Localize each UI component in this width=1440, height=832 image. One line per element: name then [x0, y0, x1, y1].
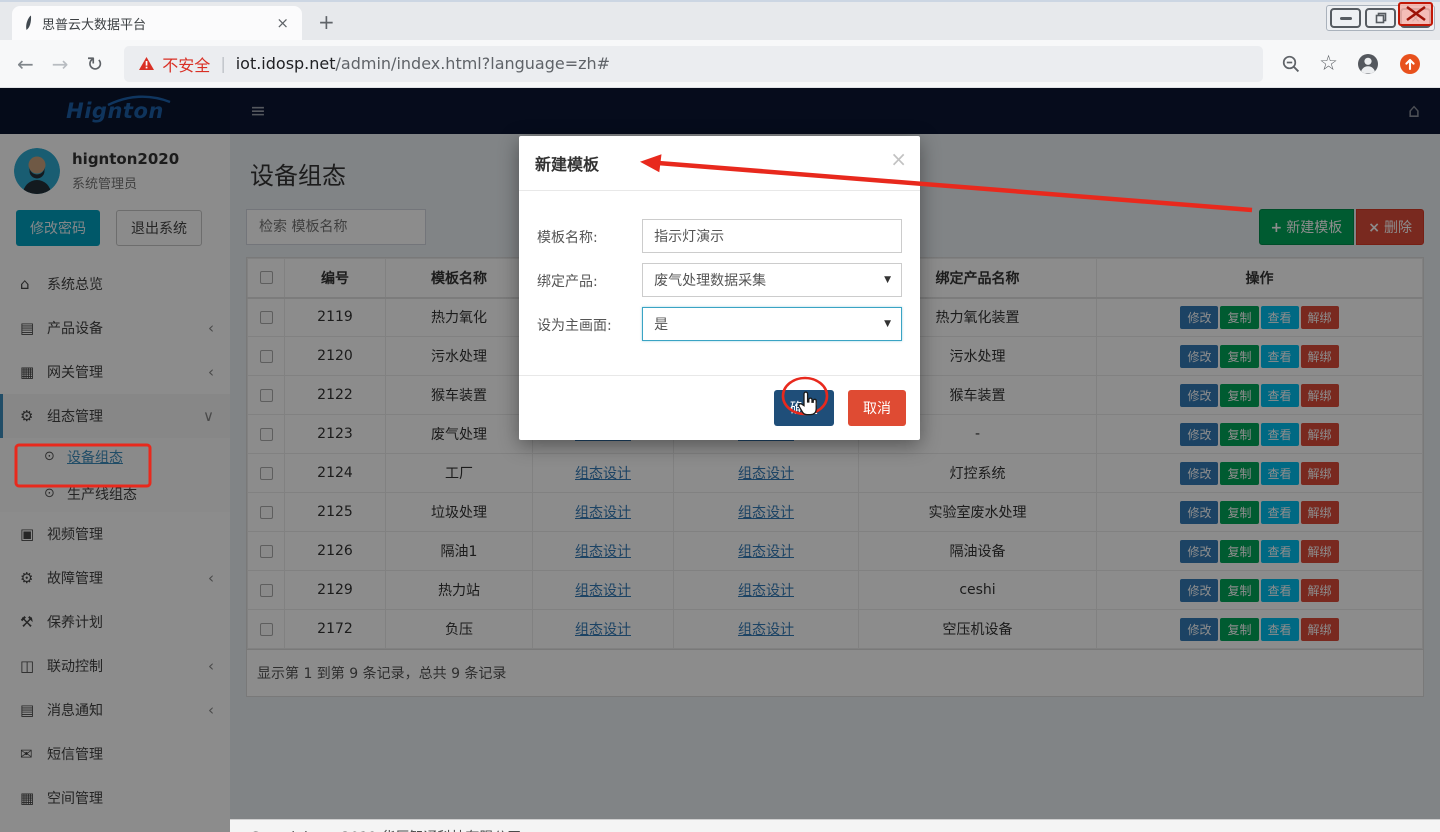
- caret-down-icon: ▼: [884, 275, 891, 285]
- window-controls: ×: [1326, 5, 1435, 31]
- bind-product-label: 绑定产品:: [537, 263, 642, 297]
- tab-title: 思普云大数据平台: [42, 14, 273, 33]
- browser-update-icon[interactable]: [1398, 52, 1422, 76]
- template-name-label: 模板名称:: [537, 219, 642, 253]
- browser-titlebar: 思普云大数据平台 × + ×: [0, 0, 1440, 40]
- site-favicon-icon: [22, 15, 34, 31]
- bookmark-star-icon[interactable]: ☆: [1319, 53, 1338, 74]
- bind-product-select[interactable]: 废气处理数据采集▼: [642, 263, 902, 297]
- address-bar[interactable]: 不安全 | iot.idosp.net /admin/index.html?la…: [124, 46, 1263, 82]
- url-domain: iot.idosp.net: [236, 54, 336, 73]
- profile-avatar-icon[interactable]: [1356, 52, 1380, 76]
- security-label[interactable]: 不安全: [162, 52, 210, 76]
- tab-close-icon[interactable]: ×: [273, 14, 292, 32]
- security-warning-icon: [138, 56, 155, 71]
- zoom-out-icon[interactable]: [1281, 54, 1301, 74]
- app-root: Hignton ≡ ⌂ hignton2020 系统管理员: [0, 88, 1440, 832]
- copyright-footer: Copyright © 2019 华辰智通科技有限公司: [230, 819, 1440, 832]
- template-name-input[interactable]: 指示灯演示: [642, 219, 902, 253]
- url-separator: |: [220, 54, 225, 73]
- browser-navbar: ← → ↻ 不安全 | iot.idosp.net /admin/index.h…: [0, 40, 1440, 88]
- forward-icon[interactable]: →: [52, 54, 69, 74]
- navbar-actions: ☆: [1281, 52, 1422, 76]
- main-screen-label: 设为主画面:: [537, 307, 642, 341]
- minimize-icon[interactable]: [1330, 8, 1361, 28]
- restore-icon[interactable]: [1365, 8, 1396, 28]
- modal-title: 新建模板: [535, 155, 599, 174]
- new-template-modal: 新建模板 × 模板名称: 指示灯演示 绑定产品: 废气处理数据采集▼ 设为主画面…: [519, 136, 920, 440]
- close-icon[interactable]: ×: [1400, 8, 1431, 28]
- cancel-button[interactable]: 取消: [848, 390, 906, 426]
- new-tab-button[interactable]: +: [318, 12, 335, 32]
- main-screen-select[interactable]: 是▼: [642, 307, 902, 341]
- browser-window: 思普云大数据平台 × + × ← → ↻ 不安全 | iot.idosp.net…: [0, 0, 1440, 832]
- ok-button[interactable]: 确定: [774, 390, 834, 426]
- browser-tab[interactable]: 思普云大数据平台 ×: [12, 6, 302, 40]
- url-path: /admin/index.html?language=zh#: [336, 54, 611, 73]
- modal-close-icon[interactable]: ×: [890, 147, 907, 171]
- caret-down-icon: ▼: [884, 319, 891, 329]
- reload-icon[interactable]: ↻: [87, 54, 104, 74]
- back-icon[interactable]: ←: [17, 54, 34, 74]
